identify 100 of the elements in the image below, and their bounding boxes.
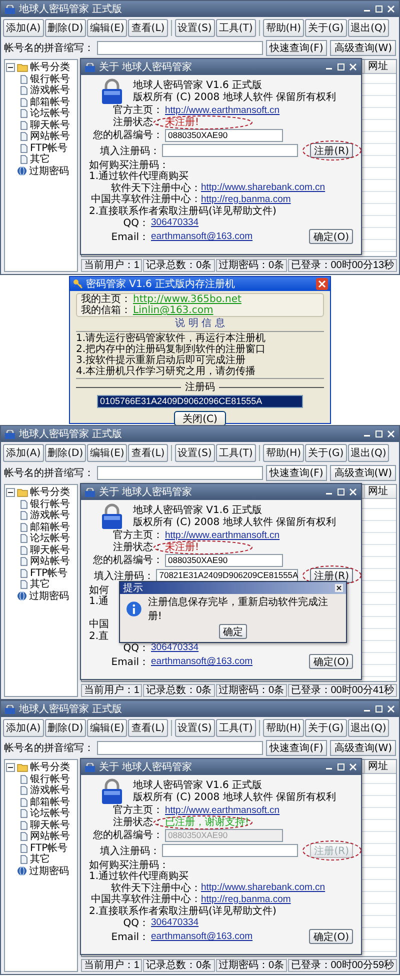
registration-link[interactable]: http://www.sharebank.com.cn	[201, 882, 326, 894]
tree-item[interactable]: 过期密码	[29, 590, 69, 602]
toolbar-button[interactable]: 帮助(H)	[262, 719, 304, 737]
search-field[interactable]	[97, 466, 263, 480]
tree-item[interactable]: 其它	[30, 854, 50, 866]
toolbar-button[interactable]: 查看(L)	[128, 719, 168, 737]
toolbar-button[interactable]: 查看(L)	[128, 444, 168, 462]
toolbar-button[interactable]: 关于(G)	[305, 719, 347, 737]
search-button[interactable]: 高级查询(W)	[330, 740, 396, 756]
ok-button[interactable]: 确定(O)	[309, 229, 353, 244]
tree-item[interactable]: 论坛帐号	[30, 808, 70, 820]
email-link[interactable]: earthmansoft@163.com	[151, 931, 253, 942]
toolbar-button[interactable]: 添加(A)	[3, 719, 44, 737]
toolbar-button[interactable]: 退出(Q)	[348, 719, 390, 737]
tree-item[interactable]: 帐号分类	[30, 762, 70, 774]
machine-field[interactable]: 0880350XAE90	[165, 554, 283, 566]
qq-link[interactable]: 306470334	[151, 217, 199, 228]
tree-item[interactable]: 其它	[30, 154, 50, 166]
toolbar-button[interactable]: 删除(D)	[44, 719, 86, 737]
registration-link[interactable]: http://reg.banma.com	[201, 894, 291, 905]
tree-item[interactable]: 银行帐号	[30, 774, 70, 785]
toolbar-button[interactable]: 设置(S)	[174, 19, 215, 37]
registration-link[interactable]: http://www.sharebank.com.cn	[201, 182, 326, 194]
column-header[interactable]: 网址	[364, 760, 396, 773]
tree-item[interactable]: 帐号分类	[30, 487, 70, 498]
code-field[interactable]	[162, 144, 298, 157]
maximize-icon[interactable]	[375, 430, 383, 438]
tree-item[interactable]: 网站帐号	[30, 556, 70, 568]
tree-item[interactable]: 过期密码	[29, 866, 69, 877]
email-link[interactable]: earthmansoft@163.com	[151, 231, 253, 242]
tree-item[interactable]: 论坛帐号	[30, 533, 70, 544]
homepage-link[interactable]: http://www.earthmansoft.cn	[165, 104, 280, 116]
tree-item[interactable]: FTP帐号	[30, 842, 68, 854]
tree-item[interactable]: 游戏帐号	[30, 85, 70, 96]
tree-item[interactable]: 邮箱帐号	[30, 96, 70, 108]
tree-item[interactable]: 聊天帐号	[30, 120, 70, 131]
homepage-link[interactable]: http://www.earthmansoft.cn	[165, 804, 280, 816]
toolbar-button[interactable]: 工具(T)	[216, 19, 256, 37]
email-link[interactable]: earthmansoft@163.com	[151, 656, 253, 667]
toolbar-button[interactable]: 退出(Q)	[348, 19, 390, 37]
toolbar-button[interactable]: 设置(S)	[174, 719, 215, 737]
code-field[interactable]	[162, 844, 298, 857]
register-button[interactable]: 注册(R)	[310, 143, 353, 158]
toolbar-button[interactable]: 关于(G)	[305, 444, 347, 462]
tree-expander-icon[interactable]	[6, 763, 15, 772]
toolbar-button[interactable]: 帮助(H)	[262, 444, 304, 462]
tree-item[interactable]: 网站帐号	[30, 831, 70, 842]
qq-link[interactable]: 306470334	[151, 917, 199, 928]
toolbar-button[interactable]: 退出(Q)	[348, 444, 390, 462]
tree-item[interactable]: 游戏帐号	[30, 510, 70, 522]
registration-link[interactable]: http://reg.banma.com	[201, 194, 291, 205]
tree-item[interactable]: FTP帐号	[30, 568, 68, 579]
toolbar-button[interactable]: 工具(T)	[216, 719, 256, 737]
toolbar-button[interactable]: 查看(L)	[128, 19, 168, 37]
maximize-icon[interactable]	[337, 763, 345, 771]
tree-item[interactable]: 聊天帐号	[30, 820, 70, 831]
code-field[interactable]: 70821E31A2409D906209CE81555A	[156, 569, 298, 582]
tree-item[interactable]: 邮箱帐号	[30, 522, 70, 533]
tree-item[interactable]: FTP帐号	[30, 142, 68, 154]
tree-item[interactable]: 其它	[30, 579, 50, 590]
ok-button[interactable]: 确定	[219, 624, 247, 639]
tree-item[interactable]: 银行帐号	[30, 74, 70, 85]
tree-item[interactable]: 聊天帐号	[30, 544, 70, 556]
ok-button[interactable]: 确定(O)	[309, 654, 353, 669]
toolbar-button[interactable]: 帮助(H)	[262, 19, 304, 37]
search-field[interactable]	[97, 741, 263, 755]
toolbar-button[interactable]: 编辑(E)	[87, 719, 128, 737]
qq-link[interactable]: 306470334	[151, 642, 199, 653]
search-button[interactable]: 快速查询(F)	[266, 740, 328, 756]
toolbar-button[interactable]: 设置(S)	[174, 444, 215, 462]
toolbar-button[interactable]: 编辑(E)	[87, 444, 128, 462]
toolbar-button[interactable]: 关于(G)	[305, 19, 347, 37]
close-button[interactable]: 关闭(C)	[174, 411, 226, 426]
code-field[interactable]: 0105766E31A2409D9062096CE81555A	[97, 395, 303, 408]
tree-item[interactable]: 论坛帐号	[30, 108, 70, 120]
toolbar-button[interactable]: 工具(T)	[216, 444, 256, 462]
tree-item[interactable]: 银行帐号	[30, 498, 70, 510]
toolbar-button[interactable]: 删除(D)	[44, 444, 86, 462]
toolbar-button[interactable]: 添加(A)	[3, 19, 44, 37]
toolbar-button[interactable]: 添加(A)	[3, 444, 44, 462]
search-button[interactable]: 高级查询(W)	[330, 465, 396, 481]
tree-item[interactable]: 网站帐号	[30, 131, 70, 142]
toolbar-button[interactable]: 编辑(E)	[87, 19, 128, 37]
tree-item[interactable]: 游戏帐号	[30, 785, 70, 796]
tree-item[interactable]: 邮箱帐号	[30, 796, 70, 808]
column-header[interactable]: 网址	[364, 485, 396, 498]
maximize-icon[interactable]	[337, 488, 345, 496]
search-button[interactable]: 快速查询(F)	[266, 465, 328, 481]
search-field[interactable]	[97, 41, 263, 55]
toolbar-button[interactable]: 删除(D)	[44, 19, 86, 37]
search-button[interactable]: 快速查询(F)	[266, 40, 328, 56]
tree-expander-icon[interactable]	[6, 488, 15, 498]
ok-button[interactable]: 确定(O)	[309, 929, 353, 944]
homepage-link[interactable]: http://www.earthmansoft.cn	[165, 530, 280, 540]
search-button[interactable]: 高级查询(W)	[330, 40, 396, 56]
tree-expander-icon[interactable]	[6, 63, 15, 72]
close-icon[interactable]	[335, 584, 343, 592]
tree-item[interactable]: 过期密码	[29, 166, 69, 177]
maximize-icon[interactable]	[375, 705, 383, 713]
machine-field[interactable]: 0880350XAE90	[165, 128, 283, 142]
